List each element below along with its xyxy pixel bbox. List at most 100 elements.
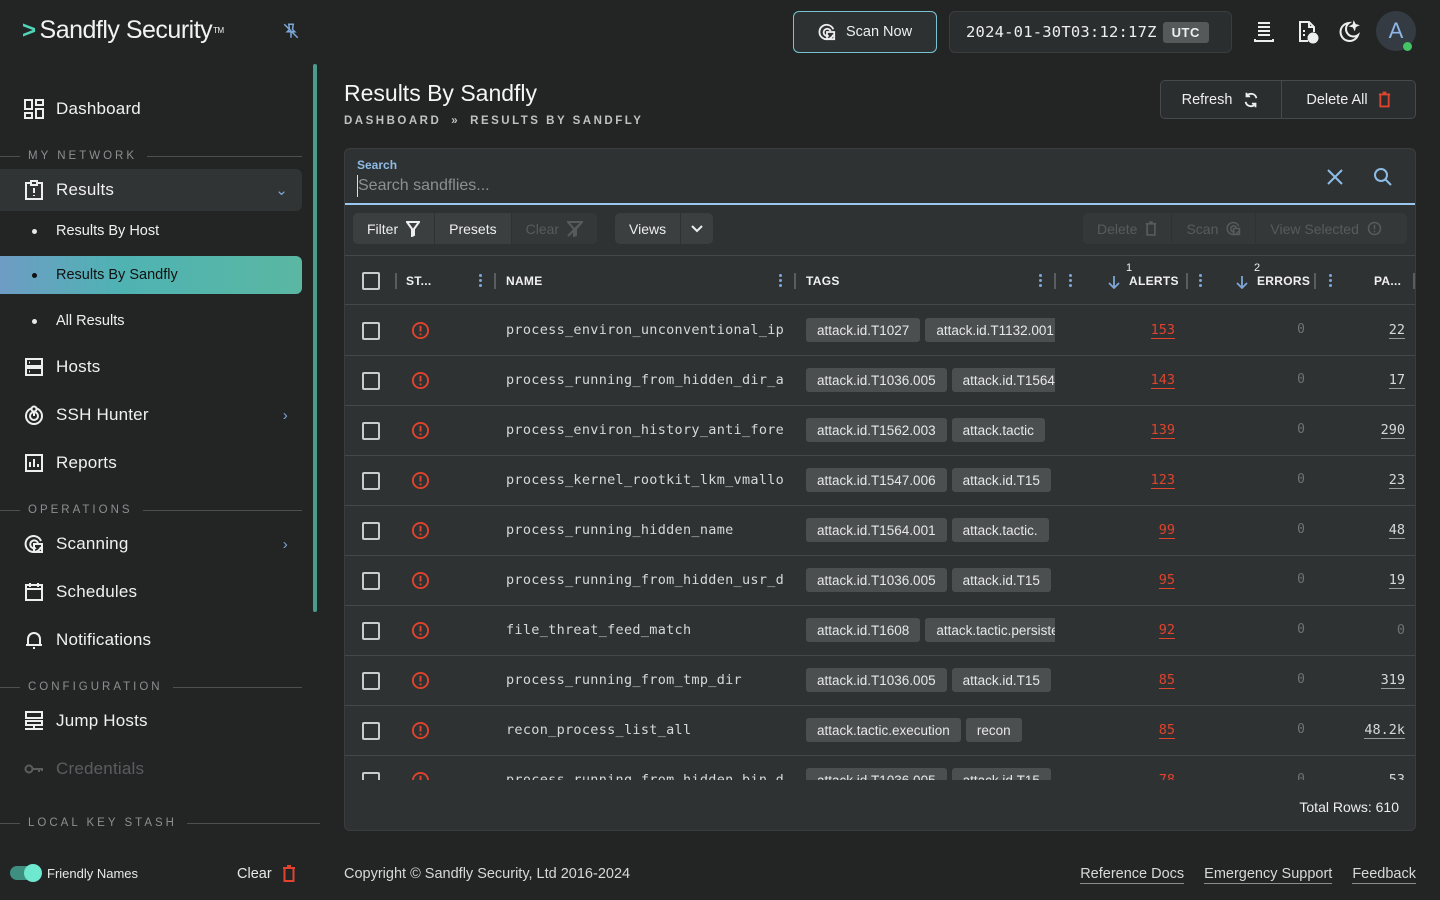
tag-chip[interactable]: attack.id.T15 — [951, 668, 1051, 692]
tag-chip[interactable]: attack.id.T1564.001 — [806, 518, 947, 542]
tag-chip[interactable]: attack.id.T1562.003 — [806, 418, 947, 442]
pa-count-link[interactable]: 53 — [1335, 772, 1405, 780]
tag-chip[interactable]: attack.id.T15 — [951, 568, 1051, 592]
sidebar-item-ssh-hunter[interactable]: SSH Hunter › — [0, 394, 302, 436]
sort-descending-icon[interactable] — [1108, 275, 1120, 289]
brand-logo[interactable]: > Sandfly Security TM — [22, 16, 224, 45]
column-tags[interactable]: TAGS — [806, 256, 840, 306]
tag-chip[interactable]: attack.tactic.execution — [806, 718, 961, 742]
sidebar-item-credentials[interactable]: Credentials — [0, 748, 302, 790]
views-button[interactable]: Views — [615, 213, 682, 244]
table-row[interactable]: process_running_from_hidden_bin_dir atta… — [345, 756, 1415, 780]
chevron-right-icon[interactable]: › — [283, 536, 288, 553]
chevron-right-icon[interactable]: › — [283, 407, 288, 424]
sidebar-item-dashboard[interactable]: Dashboard — [0, 88, 302, 130]
sandfly-name-link[interactable]: process_kernel_rootkit_lkm_vmalloc — [506, 472, 784, 488]
alerts-count-link[interactable]: 123 — [1105, 472, 1175, 489]
pa-count-link[interactable]: 290 — [1335, 422, 1405, 439]
delete-all-button[interactable]: Delete All — [1282, 81, 1415, 118]
user-avatar[interactable]: A — [1376, 11, 1416, 51]
views-dropdown-button[interactable] — [681, 213, 713, 244]
column-menu-icon[interactable] — [1039, 273, 1042, 289]
alerts-count-link[interactable]: 85 — [1105, 722, 1175, 739]
tag-chip[interactable]: recon — [965, 718, 1022, 742]
clear-filter-button[interactable]: Clear — [511, 213, 598, 244]
column-alerts[interactable]: ALERTS — [1129, 256, 1179, 306]
pa-count-link[interactable]: 48.2k — [1335, 722, 1405, 739]
sandfly-name-link[interactable]: file_threat_feed_match — [506, 622, 784, 638]
sidebar-scrollbar[interactable] — [313, 64, 317, 612]
row-checkbox[interactable] — [362, 572, 380, 590]
column-pa[interactable]: PA... — [1374, 256, 1401, 306]
table-row[interactable]: recon_process_list_all attack.tactic.exe… — [345, 706, 1415, 756]
row-checkbox[interactable] — [362, 422, 380, 440]
sidebar-item-reports[interactable]: Reports — [0, 442, 302, 484]
chevron-down-icon[interactable]: ⌄ — [275, 181, 288, 199]
row-checkbox[interactable] — [362, 522, 380, 540]
sidebar-item-all-results[interactable]: All Results — [0, 302, 302, 340]
table-row[interactable]: process_running_from_hidden_dir_a attack… — [345, 356, 1415, 406]
alerts-count-link[interactable]: 85 — [1105, 672, 1175, 689]
row-checkbox[interactable] — [362, 322, 380, 340]
alerts-count-link[interactable]: 139 — [1105, 422, 1175, 439]
row-checkbox[interactable] — [362, 372, 380, 390]
column-menu-icon[interactable] — [1069, 273, 1072, 289]
tag-chip[interactable]: attack.id.T1036.005 — [806, 668, 947, 692]
alerts-count-link[interactable]: 99 — [1105, 522, 1175, 539]
unpin-sidebar-icon[interactable] — [282, 22, 300, 40]
row-checkbox[interactable] — [362, 672, 380, 690]
sidebar-item-jump-hosts[interactable]: Jump Hosts — [0, 700, 302, 742]
filter-button[interactable]: Filter — [353, 213, 436, 244]
table-row[interactable]: process_running_from_tmp_dir attack.id.T… — [345, 656, 1415, 706]
sidebar-item-schedules[interactable]: Schedules — [0, 571, 302, 613]
table-row[interactable]: process_environ_history_anti_forensics a… — [345, 406, 1415, 456]
close-icon[interactable] — [1325, 167, 1345, 187]
table-row[interactable]: process_running_hidden_name attack.id.T1… — [345, 506, 1415, 556]
sandfly-name-link[interactable]: process_running_from_hidden_usr_dir — [506, 572, 784, 588]
row-checkbox[interactable] — [362, 472, 380, 490]
emergency-support-link[interactable]: Emergency Support — [1204, 866, 1333, 884]
search-icon[interactable] — [1373, 167, 1393, 187]
row-checkbox[interactable] — [362, 622, 380, 640]
column-name[interactable]: NAME — [506, 256, 543, 306]
pa-count-link[interactable]: 23 — [1335, 472, 1405, 489]
row-checkbox[interactable] — [362, 722, 380, 740]
sidebar-item-results-by-sandfly[interactable]: Results By Sandfly — [0, 256, 302, 294]
column-menu-icon[interactable] — [1199, 273, 1202, 289]
breadcrumb-dashboard[interactable]: DASHBOARD — [344, 115, 441, 127]
column-menu-icon[interactable] — [779, 273, 782, 289]
friendly-names-toggle[interactable] — [10, 864, 42, 882]
sidebar-item-results-by-host[interactable]: Results By Host — [0, 212, 302, 250]
alerts-count-link[interactable]: 153 — [1105, 322, 1175, 339]
sidebar-item-results[interactable]: Results ⌄ — [0, 169, 302, 211]
search-input[interactable] — [357, 175, 1257, 197]
sandfly-name-link[interactable]: process_environ_unconventional_ip — [506, 322, 784, 338]
sandfly-name-link[interactable]: process_environ_history_anti_forensics — [506, 422, 784, 438]
feedback-link[interactable]: Feedback — [1352, 866, 1416, 884]
clear-key-stash-button[interactable]: Clear — [237, 865, 296, 882]
tag-chip[interactable]: attack.tactic.persistence — [925, 618, 1055, 642]
sandfly-name-link[interactable]: process_running_from_tmp_dir — [506, 672, 784, 688]
sandfly-name-link[interactable]: process_running_hidden_name — [506, 522, 784, 538]
sort-descending-icon[interactable] — [1236, 275, 1248, 289]
sandfly-name-link[interactable]: recon_process_list_all — [506, 722, 784, 738]
scan-now-button[interactable]: Scan Now — [793, 11, 937, 53]
timezone-badge[interactable]: UTC — [1162, 21, 1209, 43]
column-menu-icon[interactable] — [479, 273, 482, 289]
table-row[interactable]: file_threat_feed_match attack.id.T1608 at… — [345, 606, 1415, 656]
table-row[interactable]: process_kernel_rootkit_lkm_vmalloc attac… — [345, 456, 1415, 506]
table-row[interactable]: process_running_from_hidden_usr_dir atta… — [345, 556, 1415, 606]
tag-chip[interactable]: attack.id.T1036.005 — [806, 368, 947, 392]
document-info-icon[interactable] — [1296, 20, 1320, 44]
theme-moon-icon[interactable] — [1336, 20, 1360, 44]
tag-chip[interactable]: attack.tactic. — [951, 518, 1049, 542]
sandfly-name-link[interactable]: process_running_from_hidden_dir_a — [506, 372, 784, 388]
tag-chip[interactable]: attack.tactic — [951, 418, 1045, 442]
tag-chip[interactable]: attack.id.T1608 — [806, 618, 921, 642]
row-checkbox[interactable] — [362, 772, 380, 780]
sidebar-item-notifications[interactable]: Notifications — [0, 619, 302, 661]
reference-docs-link[interactable]: Reference Docs — [1080, 866, 1185, 884]
presets-button[interactable]: Presets — [435, 213, 512, 244]
tag-chip[interactable]: attack.id.T1036.005 — [806, 568, 947, 592]
pa-count-link[interactable]: 319 — [1335, 672, 1405, 689]
